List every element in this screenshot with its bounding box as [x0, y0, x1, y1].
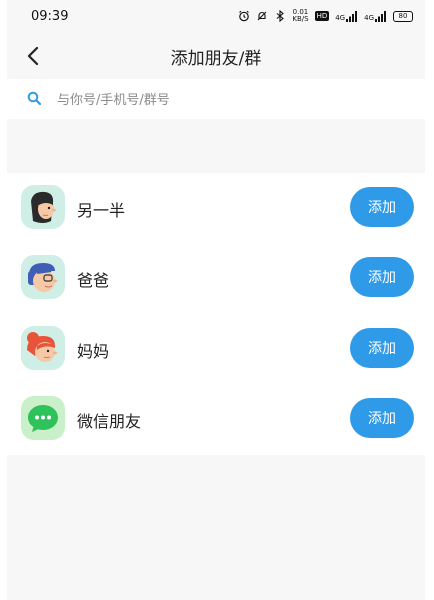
- app-screen: 09:39 0.01 KB/S HD 4G 4G 80 添加朋友/群 与你号/手…: [7, 0, 425, 600]
- search-icon: [27, 91, 42, 106]
- signal-bars-icon: [346, 10, 358, 22]
- signal-2-label: 4G: [364, 13, 374, 22]
- status-bar: 09:39 0.01 KB/S HD 4G 4G 80: [7, 0, 425, 33]
- signal-bars-icon: [375, 10, 386, 22]
- signal-1-label: 4G: [335, 13, 346, 22]
- signal-2: 4G: [364, 10, 387, 22]
- add-button[interactable]: 添加: [350, 398, 414, 438]
- list-item: 爸爸 添加: [7, 243, 425, 313]
- add-button[interactable]: 添加: [350, 257, 414, 297]
- search-input[interactable]: [55, 88, 399, 112]
- alarm-icon: [239, 10, 250, 22]
- search-bar[interactable]: [7, 79, 425, 119]
- man-glasses-icon: [21, 255, 65, 299]
- bluetooth-icon: [277, 10, 285, 22]
- add-button[interactable]: 添加: [350, 187, 414, 227]
- mute-bell-icon: [257, 11, 267, 21]
- contact-name: 爸爸: [77, 271, 110, 290]
- list-item: 微信朋友 添加: [7, 384, 425, 454]
- contact-name: 妈妈: [77, 342, 110, 361]
- status-icons: 0.01 KB/S HD 4G 4G 80: [238, 9, 413, 23]
- list-item: 另一半 添加: [7, 173, 425, 243]
- contact-name: 另一半: [77, 201, 126, 220]
- battery-icon: 80: [393, 10, 413, 22]
- wechat-chat-icon: [21, 396, 65, 440]
- signal-1: 4G: [335, 10, 358, 22]
- nav-bar: 添加朋友/群: [7, 33, 425, 79]
- hd-badge: HD: [314, 11, 330, 21]
- woman-red-hair-icon: [21, 326, 65, 370]
- net-speed-unit: KB/S: [292, 15, 309, 23]
- woman-dark-hair-icon: [21, 185, 65, 229]
- contact-name: 微信朋友: [77, 412, 142, 431]
- contact-list: 另一半 添加 爸爸 添加 妈妈 添加 微信朋友 添加: [7, 173, 425, 455]
- status-time: 09:39: [31, 9, 69, 24]
- add-button[interactable]: 添加: [350, 328, 414, 368]
- list-item: 妈妈 添加: [7, 314, 425, 384]
- page-title: 添加朋友/群: [170, 49, 262, 69]
- network-speed: 0.01 KB/S: [292, 9, 308, 23]
